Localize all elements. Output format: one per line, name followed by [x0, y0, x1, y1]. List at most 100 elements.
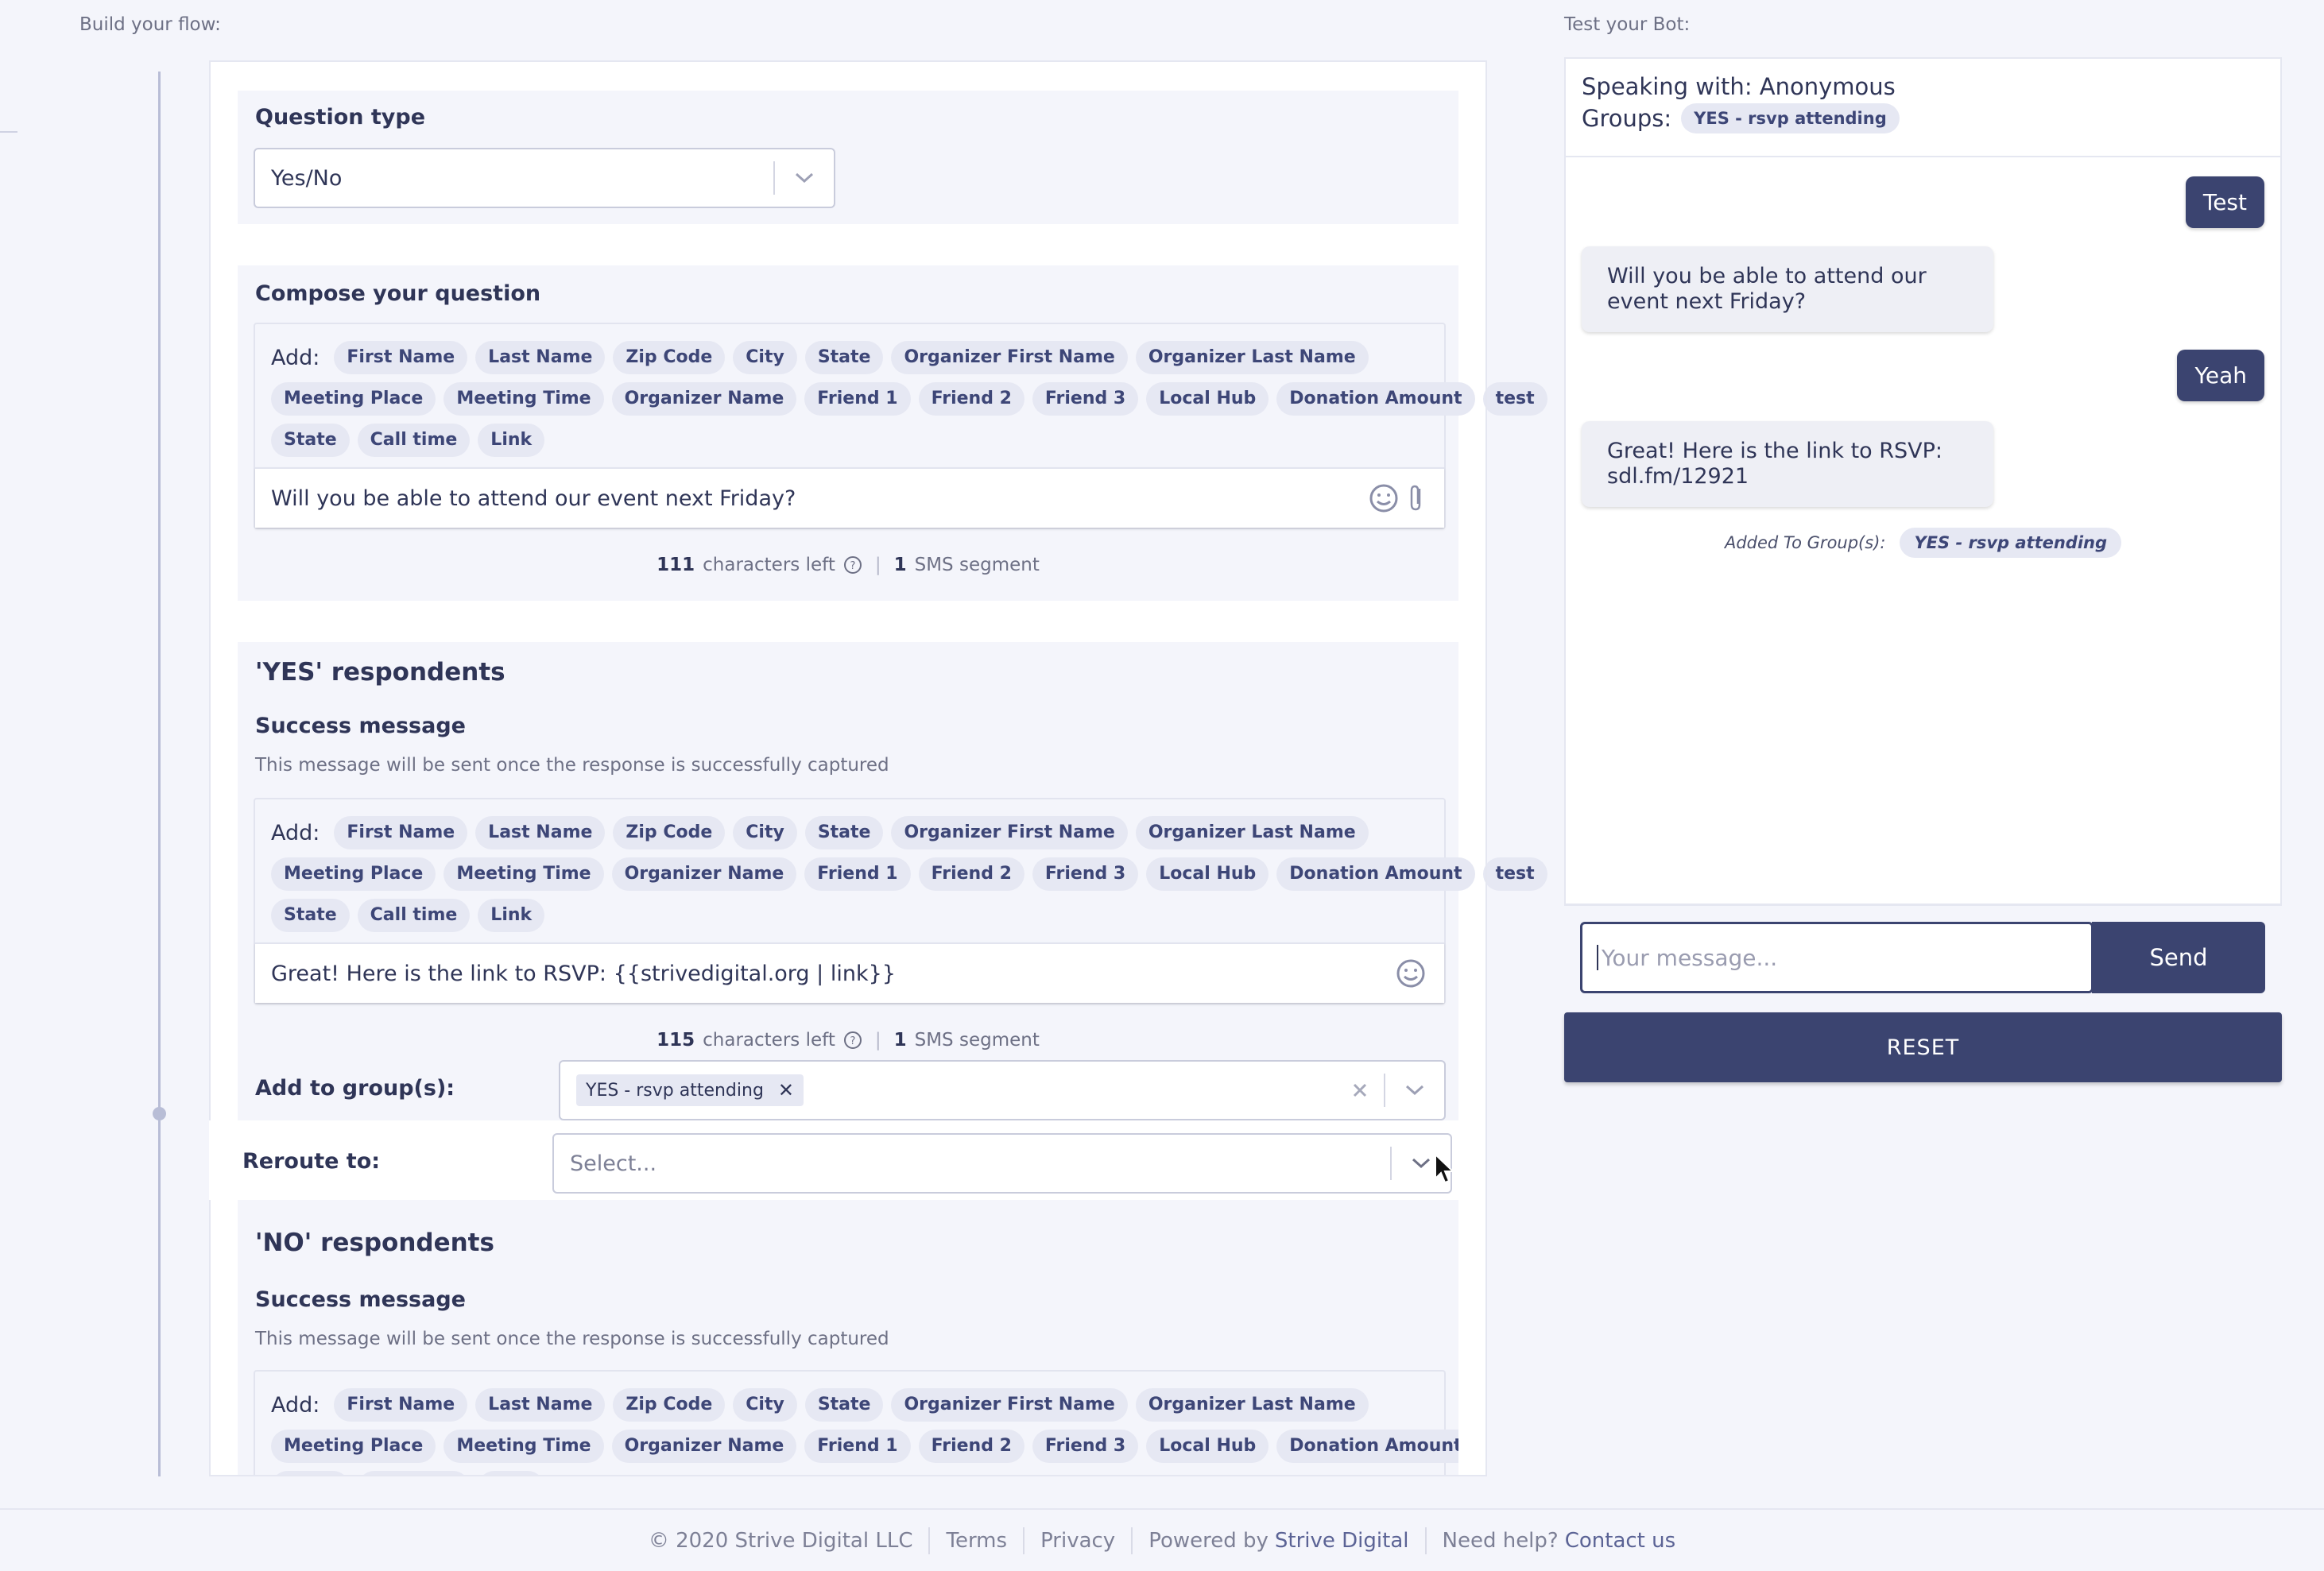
- merge-tag[interactable]: State: [271, 1471, 350, 1475]
- merge-tag[interactable]: State: [271, 899, 350, 932]
- merge-tag-row: Add: First Name Last Name Zip Code City …: [271, 337, 1428, 378]
- merge-tag[interactable]: Organizer First Name: [891, 1388, 1128, 1422]
- question-type-label: Question type: [255, 105, 426, 130]
- merge-tag[interactable]: Last Name: [475, 1388, 606, 1422]
- text-caret: [1597, 945, 1598, 970]
- question-message-input[interactable]: Will you be able to attend our event nex…: [255, 467, 1444, 528]
- add-label: Add:: [271, 1392, 320, 1418]
- merge-tag[interactable]: Link: [478, 424, 545, 457]
- merge-tag[interactable]: State: [804, 1388, 884, 1422]
- merge-tag[interactable]: Friend 2: [918, 857, 1024, 891]
- merge-tag[interactable]: First Name: [334, 1388, 468, 1422]
- no-respondents-section: 'NO' respondents Success message This me…: [238, 1213, 1458, 1475]
- svg-text:?: ?: [850, 560, 855, 572]
- svg-text:?: ?: [850, 1035, 855, 1047]
- add-to-groups-label: Add to group(s):: [255, 1076, 455, 1101]
- merge-tag[interactable]: First Name: [334, 816, 468, 849]
- terms-link[interactable]: Terms: [946, 1529, 1007, 1553]
- merge-tag[interactable]: Local Hub: [1146, 857, 1269, 891]
- merge-tag[interactable]: Organizer Name: [611, 857, 797, 891]
- merge-tag[interactable]: Organizer Last Name: [1135, 1388, 1369, 1422]
- merge-tag[interactable]: Friend 1: [804, 1430, 911, 1463]
- yes-message-input[interactable]: Great! Here is the link to RSVP: {{striv…: [255, 942, 1444, 1003]
- clear-icon[interactable]: [1336, 1082, 1384, 1099]
- help-icon[interactable]: ?: [843, 1031, 862, 1050]
- question-type-value: Yes/No: [271, 165, 343, 191]
- reroute-select[interactable]: Select...: [552, 1133, 1452, 1194]
- merge-tag[interactable]: Organizer Name: [611, 1430, 797, 1463]
- merge-tag[interactable]: Call time: [357, 424, 471, 457]
- emoji-icon[interactable]: [1368, 482, 1400, 514]
- powered-by-link[interactable]: Strive Digital: [1275, 1529, 1409, 1553]
- merge-tag[interactable]: First Name: [334, 341, 468, 374]
- contact-link[interactable]: Contact us: [1565, 1529, 1675, 1553]
- merge-tag[interactable]: test: [1482, 382, 1547, 416]
- attachment-icon[interactable]: [1406, 482, 1427, 514]
- merge-tag[interactable]: Friend 3: [1032, 382, 1139, 416]
- privacy-link[interactable]: Privacy: [1040, 1529, 1115, 1553]
- groups-label: Groups:: [1582, 105, 1672, 132]
- merge-tag[interactable]: Meeting Place: [271, 1430, 436, 1463]
- question-type-select[interactable]: Yes/No: [254, 148, 835, 208]
- merge-tag[interactable]: Local Hub: [1146, 382, 1269, 416]
- merge-tag[interactable]: Zip Code: [613, 341, 726, 374]
- merge-tag[interactable]: Donation Amount: [1276, 857, 1475, 891]
- remove-chip-icon[interactable]: ✕: [778, 1079, 794, 1101]
- merge-tag[interactable]: Call time: [357, 1471, 471, 1475]
- merge-tag-row: State Call time Link: [271, 420, 1428, 461]
- merge-tag[interactable]: Organizer Last Name: [1135, 341, 1369, 374]
- merge-tag[interactable]: State: [804, 816, 884, 849]
- merge-tag[interactable]: Friend 2: [918, 1430, 1024, 1463]
- chevron-down-icon[interactable]: [1385, 1084, 1444, 1097]
- chars-left-count: 115: [657, 1030, 695, 1051]
- chevron-down-icon[interactable]: [775, 172, 834, 184]
- merge-tag[interactable]: Meeting Time: [443, 382, 604, 416]
- footer-divider: [1023, 1527, 1025, 1554]
- merge-tag[interactable]: Zip Code: [613, 816, 726, 849]
- merge-tag[interactable]: Meeting Time: [443, 857, 604, 891]
- merge-tag[interactable]: Last Name: [475, 341, 606, 374]
- help-icon[interactable]: ?: [843, 555, 862, 575]
- merge-tag[interactable]: Link: [478, 1471, 545, 1475]
- merge-tag[interactable]: Friend 3: [1032, 857, 1139, 891]
- merge-tag[interactable]: Friend 3: [1032, 1430, 1139, 1463]
- merge-tag[interactable]: Local Hub: [1146, 1430, 1269, 1463]
- merge-tag[interactable]: test: [1482, 857, 1547, 891]
- merge-tag[interactable]: Meeting Place: [271, 382, 436, 416]
- merge-tag[interactable]: Donation Amount: [1276, 382, 1475, 416]
- reset-button[interactable]: RESET: [1564, 1012, 2282, 1082]
- merge-tag[interactable]: Friend 1: [804, 857, 911, 891]
- emoji-icon[interactable]: [1395, 958, 1427, 989]
- merge-tag[interactable]: City: [733, 341, 797, 374]
- merge-tag-row: Add: First Name Last Name Zip Code City …: [271, 812, 1428, 853]
- merge-tag[interactable]: City: [733, 1388, 797, 1422]
- merge-tag-row: Meeting Place Meeting Time Organizer Nam…: [271, 1426, 1458, 1467]
- merge-tag[interactable]: Friend 2: [918, 382, 1024, 416]
- add-to-groups-select[interactable]: YES - rsvp attending ✕: [559, 1060, 1446, 1120]
- send-button[interactable]: Send: [2092, 922, 2265, 993]
- merge-tag[interactable]: City: [733, 816, 797, 849]
- merge-tag[interactable]: Meeting Time: [443, 1430, 604, 1463]
- merge-tag[interactable]: Organizer First Name: [891, 816, 1128, 849]
- reroute-row: Reroute to: Select...: [209, 1120, 1487, 1200]
- merge-tag[interactable]: Last Name: [475, 816, 606, 849]
- merge-tag[interactable]: State: [804, 341, 884, 374]
- merge-tag[interactable]: Friend 1: [804, 382, 911, 416]
- merge-tag[interactable]: Link: [478, 899, 545, 932]
- merge-tag[interactable]: Organizer First Name: [891, 341, 1128, 374]
- merge-tag[interactable]: Call time: [357, 899, 471, 932]
- sms-segment-label: SMS segment: [914, 555, 1040, 575]
- compose-question-box: Add: First Name Last Name Zip Code City …: [254, 323, 1547, 529]
- merge-tag[interactable]: Donation Amount: [1276, 1430, 1458, 1463]
- merge-tag[interactable]: Organizer Last Name: [1135, 816, 1369, 849]
- yes-character-counter: 115 characters left ? | 1 SMS segment: [238, 1030, 1458, 1051]
- merge-tag[interactable]: Organizer Name: [611, 382, 797, 416]
- user-message-bubble: Test: [2185, 176, 2264, 228]
- bot-message-input[interactable]: Your message...: [1580, 922, 2094, 993]
- flow-timeline-node[interactable]: [153, 1107, 166, 1120]
- yes-success-title: Success message: [255, 714, 466, 738]
- merge-tag[interactable]: State: [271, 424, 350, 457]
- merge-tag[interactable]: Zip Code: [613, 1388, 726, 1422]
- merge-tag[interactable]: Meeting Place: [271, 857, 436, 891]
- footer-divider: [1131, 1527, 1133, 1554]
